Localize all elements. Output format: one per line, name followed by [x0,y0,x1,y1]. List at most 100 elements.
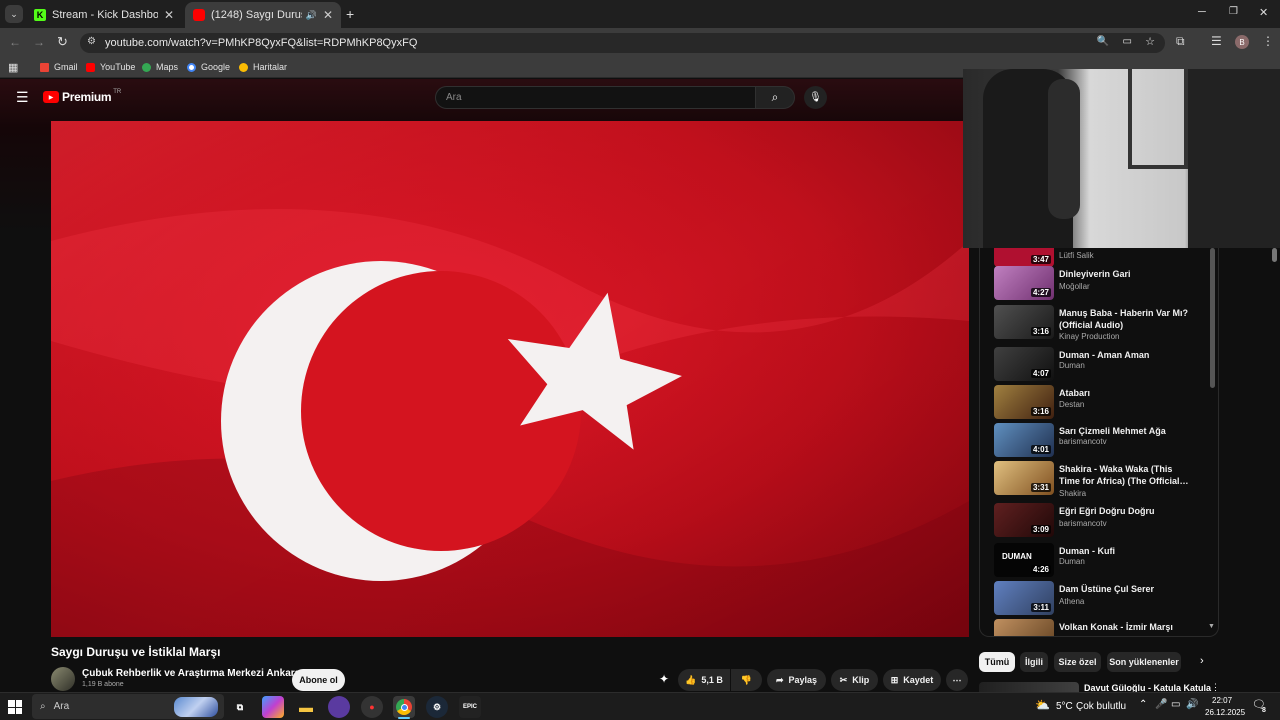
app-pinned-icon[interactable] [328,696,350,718]
channel-avatar[interactable] [51,667,75,691]
chevron-right-icon[interactable]: › [1200,655,1204,667]
chip-all[interactable]: Tümü [979,652,1015,672]
page-scrollbar[interactable] [1272,248,1277,262]
extensions-icon[interactable]: ⧉ [1176,34,1185,49]
search-button[interactable]: ⌕ [755,86,795,109]
playlist-item[interactable]: 3:11 Dam Üstüne Çul Serer Athena [994,581,1216,617]
bookmark-gmail[interactable]: Gmail [40,56,78,78]
back-button[interactable]: ← [9,35,21,49]
bookmark-star-icon[interactable]: ☆ [1145,35,1155,48]
subscribe-button[interactable]: Abone ol [292,669,345,691]
video-title: Eğri Eğri Doğru Doğru [1059,506,1155,516]
bookmark-haritalar[interactable]: Haritalar [239,56,287,78]
more-actions-button[interactable]: ⋯ [946,669,968,691]
cast-icon[interactable]: ▭ [1123,36,1132,47]
playlist-item[interactable]: DUMAN 4:26 Duman - Kufi Duman [994,543,1216,579]
playlist-item[interactable]: 3:16 Atabarı Destan [994,385,1216,421]
apps-grid-icon[interactable]: ▦ [8,56,18,78]
save-button[interactable]: ⊞ Kaydet [883,669,941,691]
close-icon[interactable]: ✕ [323,8,333,22]
file-explorer-icon[interactable]: ▬ [295,696,317,718]
channel-name: Kinay Production [1059,332,1120,341]
playlist-item[interactable]: 3:31 Shakira - Waka Waka (This Time for … [994,461,1216,498]
clock-date[interactable]: 26.12.2025 [1205,708,1245,717]
clock-time[interactable]: 22:07 [1212,696,1232,705]
avatar[interactable]: B [1235,35,1249,49]
dislike-button[interactable]: 👎 [731,669,762,691]
speaker-icon[interactable]: 🔊 [306,10,317,21]
window-close-button[interactable]: ✕ [1259,6,1268,19]
duration-badge: 4:26 [1030,565,1051,574]
forward-button[interactable]: → [33,35,45,49]
chip-recent[interactable]: Son yüklenenler [1107,652,1181,672]
microphone-icon[interactable]: 🎤 [1155,699,1167,710]
epic-games-icon[interactable]: EPIC [459,696,481,718]
weather-desc[interactable]: Çok bulutlu [1076,701,1126,712]
channel-name[interactable]: Çubuk Rehberlik ve Araştırma Merkezi Ank… [82,668,300,679]
sparkle-icon[interactable]: ✦ [659,672,669,686]
channel-name: barismancotv [1059,519,1107,528]
playlist-item[interactable]: 3:09 Eğri Eğri Doğru Doğru barismancotv [994,503,1216,539]
address-bar[interactable]: ⚙ youtube.com/watch?v=PMhKP8QyxFQ&list=R… [80,33,1165,53]
thumbs-up-icon: 👍 [685,674,697,685]
menu-dots-icon[interactable]: ⋮ [1262,34,1274,48]
google-icon [187,62,196,72]
steam-icon[interactable]: ⚙ [426,696,448,718]
voice-search-button[interactable]: 🎙 [804,86,827,109]
video-title: Sarı Çizmeli Mehmet Ağa [1059,426,1166,436]
chrome-icon[interactable] [393,696,415,718]
duration-badge: 3:47 [1030,255,1051,264]
clip-button[interactable]: ✂ Klip [831,669,878,691]
bookmark-label: Google [201,62,231,72]
tab-search-button[interactable]: ⌄ [5,5,23,23]
tray-overflow-icon[interactable]: ⌃ [1139,699,1147,710]
video-thumbnail: 3:31 [994,461,1054,495]
search-input[interactable]: Ara [435,86,756,109]
video-thumbnail: 3:09 [994,503,1054,537]
hamburger-menu-icon[interactable]: ☰ [16,89,29,106]
network-icon[interactable]: ▭ [1171,699,1180,710]
duration-badge: 3:16 [1030,327,1051,336]
start-button[interactable] [8,700,22,714]
minimize-button[interactable]: ─ [1198,6,1206,18]
bookmark-youtube[interactable]: YouTube [86,56,135,78]
weather-temp[interactable]: 5°C [1056,701,1073,712]
chip-for-you[interactable]: Size özel [1054,652,1101,672]
playlist-item[interactable]: 4:01 Sarı Çizmeli Mehmet Ağa barismancot… [994,423,1216,459]
bookmark-label: Haritalar [253,62,288,72]
playlist-item[interactable]: 3:16 Manuş Baba - Haberin Var Mı? (Offic… [994,305,1216,341]
playlist-item[interactable]: Volkan Konak - İzmir Marşı [994,619,1216,636]
app-pinned-icon[interactable]: ● [361,696,383,718]
tab-kick[interactable]: K Stream - Kick Dashboard ✕ [26,2,182,28]
playlist-item[interactable]: 4:07 Duman - Aman Aman Duman [994,347,1216,383]
youtube-logo[interactable]: ▶ Premium TR [43,89,121,104]
playlist-item[interactable]: 4:27 Dinleyiverin Gari Moğollar [994,266,1216,302]
task-view-icon[interactable]: ⧉ [229,696,251,718]
site-info-icon[interactable]: ⚙ [87,36,96,47]
copilot-icon[interactable] [262,696,284,718]
volume-icon[interactable]: 🔊 [1186,699,1198,710]
youtube-play-icon: ▶ [43,91,59,103]
reading-list-icon[interactable]: ☰ [1211,34,1222,48]
video-player[interactable] [51,121,969,637]
bookmark-google[interactable]: Google [187,56,230,78]
mic-icon: 🎙 [809,92,822,103]
bookmark-label: Gmail [54,62,78,72]
tab-youtube[interactable]: (1248) Saygı Duruşu ve İsti 🔊 ✕ [185,2,341,28]
close-icon[interactable]: ✕ [164,8,174,22]
taskbar-search[interactable]: ⌕ Ara [32,694,224,719]
zoom-icon[interactable]: 🔍 [1097,36,1109,47]
next-video-thumbnail[interactable] [979,682,1079,692]
turkish-flag-video-frame [51,121,969,637]
channel-name: Duman [1059,361,1085,370]
share-button[interactable]: ➦ Paylaş [767,669,826,691]
new-tab-button[interactable]: + [346,6,354,22]
channel-name: Lütfi Salik [1059,251,1094,260]
chip-related[interactable]: İlgili [1020,652,1048,672]
like-button[interactable]: 👍 5,1 B [678,669,730,691]
restore-button[interactable]: ❐ [1229,6,1238,17]
duration-badge: 3:16 [1030,407,1051,416]
weather-icon[interactable]: ⛅ [1035,698,1050,712]
reload-button[interactable]: ↻ [57,34,68,50]
bookmark-maps[interactable]: Maps [142,56,178,78]
